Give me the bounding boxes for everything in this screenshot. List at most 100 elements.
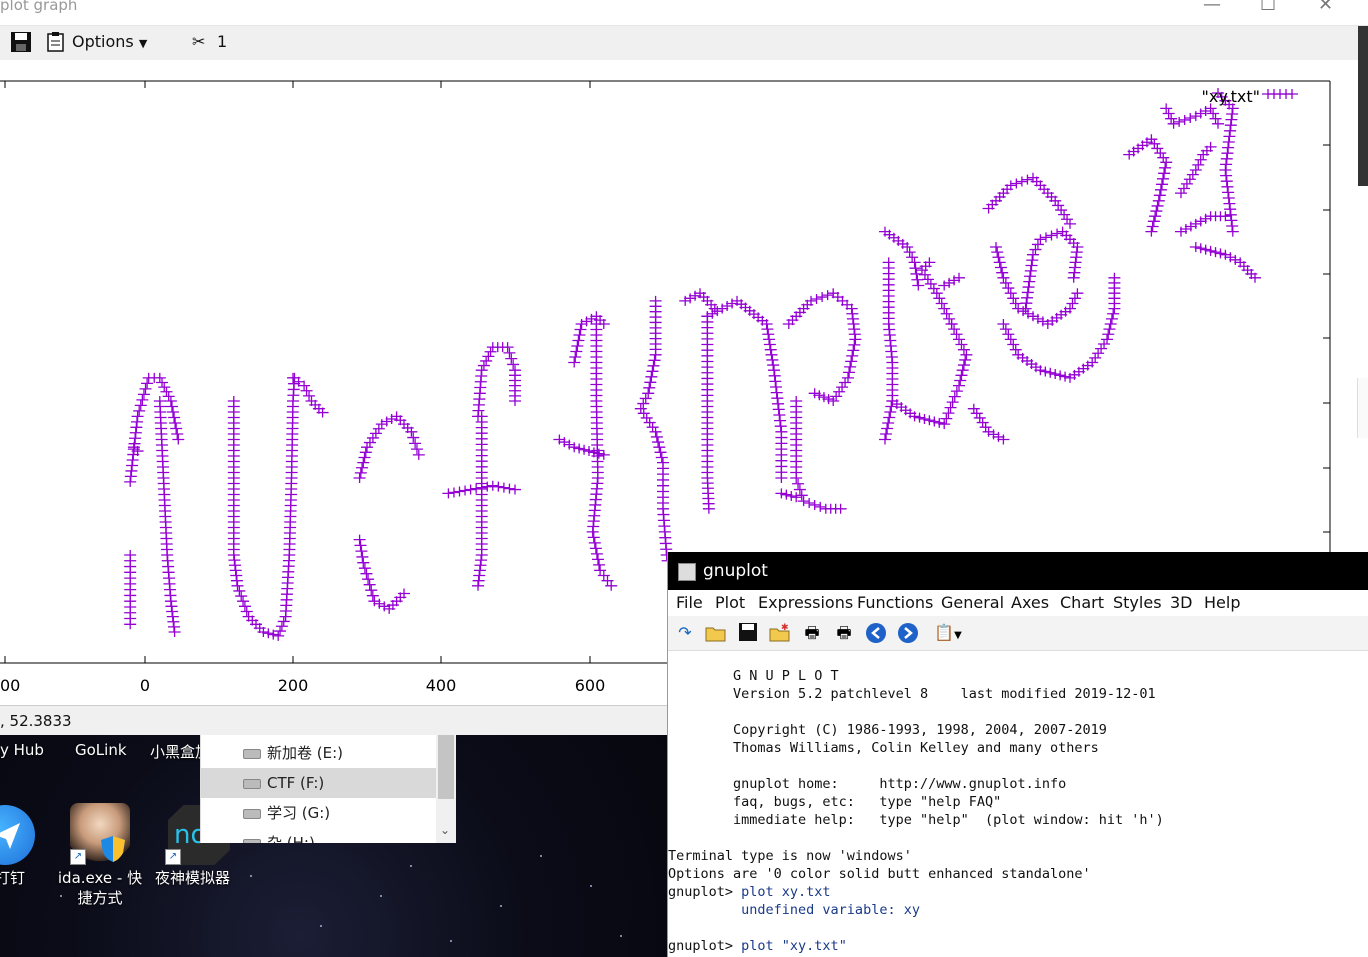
data-point [785,490,798,501]
console-output-line: immediate help: type "help" (plot window… [668,812,1164,828]
desktop-icon-label[interactable]: y Hub [0,741,44,759]
print-icon[interactable]: 🖶 [801,622,823,644]
menu-file[interactable]: File [676,593,703,612]
data-point [168,627,181,637]
options-menu-button[interactable]: Options ▼ [72,31,147,55]
data-point [775,473,788,483]
menu-expressions[interactable]: Expressions [758,593,853,612]
save-icon[interactable] [737,622,759,644]
drive-icon [243,778,261,789]
data-point [643,417,656,428]
menu-axes[interactable]: Axes [1011,593,1049,612]
data-point [642,388,655,399]
data-point [131,411,144,422]
desktop-icon-label[interactable]: ida.exe - 快 捷方式 [55,868,145,908]
graph-titlebar[interactable]: plot graph — ☐ ✕ [0,0,1368,26]
data-point [652,437,665,448]
data-point [378,601,391,612]
data-point [139,383,152,394]
menu-styles[interactable]: Styles [1113,593,1162,612]
data-point [1095,343,1108,354]
desktop-icon-label[interactable]: 夜神模拟器 [155,868,230,888]
data-point [1229,254,1242,265]
desktop-icon-label[interactable]: GoLink [75,741,127,759]
menu-3d[interactable]: 3D [1170,593,1193,612]
drive-item[interactable]: 新加卷 (E:) [201,738,436,768]
data-point [923,415,936,426]
data-point [356,462,369,473]
data-point [882,418,895,428]
data-point [644,377,657,388]
drive-item[interactable]: 学习 (G:) [201,798,436,828]
data-point [1015,176,1028,187]
data-point [1158,168,1171,179]
data-point [1103,324,1116,335]
data-point [597,449,610,460]
data-point [775,488,788,499]
ida-label: ida.exe - 快 捷方式 [57,869,143,907]
data-point [1212,118,1224,129]
scissors-icon[interactable]: ✂ [192,31,205,53]
data-point [1059,371,1072,382]
data-point [1023,276,1036,287]
chevron-down-icon[interactable]: ⌄ [440,823,450,837]
forward-arrow-icon[interactable] [897,622,919,644]
data-point [484,346,497,357]
data-point [959,354,972,365]
menu-help[interactable]: Help [1204,593,1240,612]
console-terminal[interactable]: G N U P L O T Version 5.2 patchlevel 8 l… [668,652,1368,957]
data-point [1019,303,1032,314]
new-folder-icon[interactable]: ✱ [769,622,791,644]
data-point [979,422,992,433]
data-point [1189,165,1202,175]
data-point [572,335,585,346]
maximize-icon[interactable]: ☐ [1260,0,1276,15]
menu-plot[interactable]: Plot [715,593,745,612]
data-point [171,429,184,439]
menu-chart[interactable]: Chart [1060,593,1104,612]
console-titlebar[interactable]: gnuplot [668,552,1368,590]
options-dropdown-icon[interactable]: 📋▼ [930,622,966,644]
data-point [1178,114,1191,125]
data-point [357,457,370,468]
close-icon[interactable]: ✕ [1318,0,1333,15]
data-point [970,408,983,419]
data-point [571,341,584,351]
save-icon[interactable] [10,31,32,59]
desktop-icon-label[interactable]: 打钉 [0,868,25,888]
data-point [475,365,488,376]
back-arrow-icon[interactable] [865,622,887,644]
minimize-icon[interactable]: — [1203,0,1221,15]
data-point [1225,114,1238,125]
drive-item[interactable]: 杂 (H:) [201,828,436,843]
data-point [655,452,668,463]
data-point [842,372,854,383]
data-point [792,478,805,489]
data-point [940,308,953,319]
console-output-line: gnuplot home: http://www.gnuplot.info [668,776,1067,792]
console-title: gnuplot [703,561,768,581]
data-point [380,416,393,427]
print-setup-icon[interactable]: 🖶 [833,622,855,644]
data-point [933,417,946,428]
menu-functions[interactable]: Functions [857,593,933,612]
data-point [1146,221,1159,232]
data-point [1223,131,1236,142]
explorer-scrollbar[interactable]: ⌄ [436,735,456,843]
drive-item[interactable]: CTF (F:) [201,768,436,798]
options-icon[interactable] [46,31,66,59]
data-point [353,534,366,545]
menu-general[interactable]: General [941,593,1004,612]
open-folder-icon[interactable] [705,622,727,644]
data-point [167,407,180,417]
data-point [1007,293,1020,304]
data-point [373,598,386,609]
data-point [726,298,739,309]
data-point [960,349,973,360]
drive-icon [243,838,261,843]
scrollbar-thumb[interactable] [438,735,454,799]
data-point [1179,224,1192,235]
replot-icon[interactable]: ↷ [674,622,696,644]
pin-app-icon[interactable] [0,805,35,865]
data-point [639,393,652,404]
